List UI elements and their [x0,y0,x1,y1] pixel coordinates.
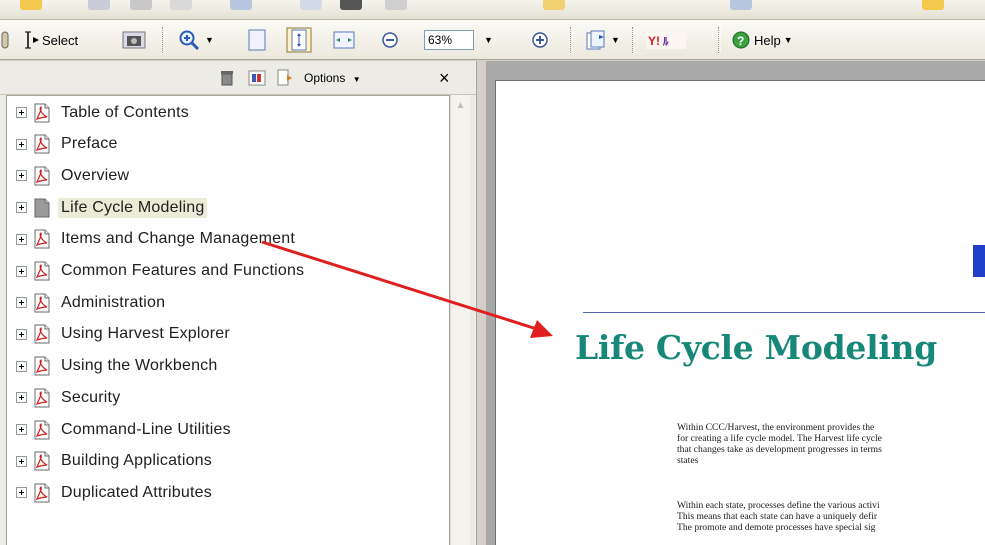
annotation-arrow [261,240,553,338]
